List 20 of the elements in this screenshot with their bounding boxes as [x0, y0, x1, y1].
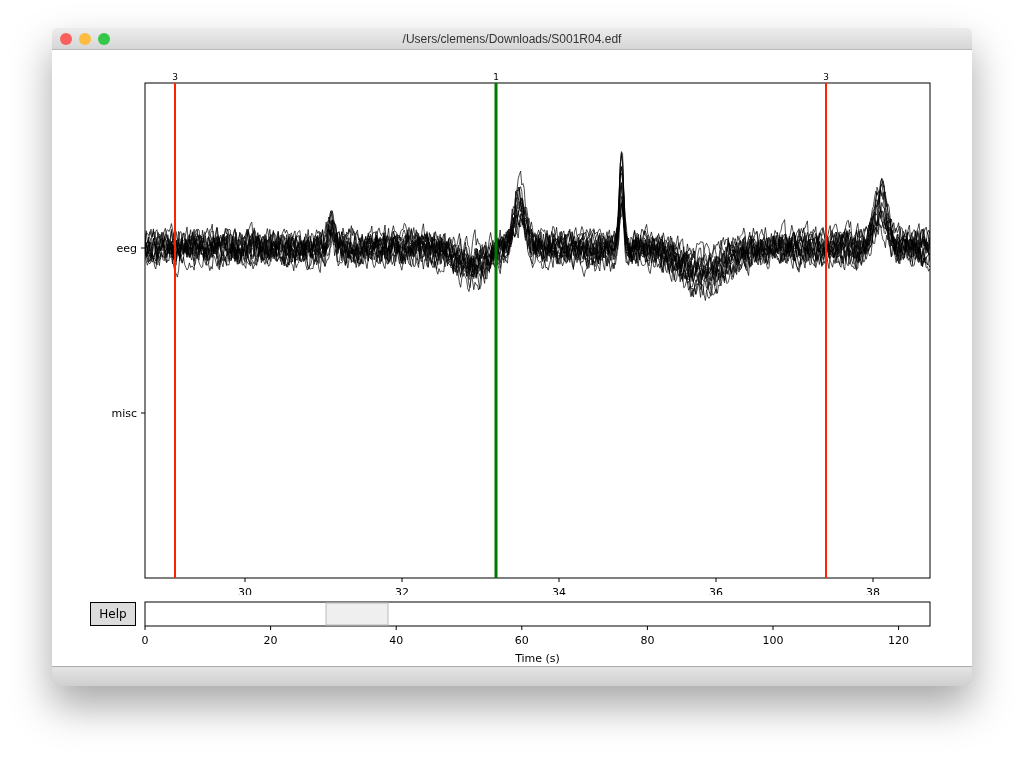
maximize-icon[interactable] [98, 33, 110, 45]
time-scrollbar[interactable] [144, 601, 931, 627]
channel-label: misc [111, 407, 137, 420]
axis-tick-label: 120 [888, 634, 910, 647]
scrollbar-handle[interactable] [325, 602, 389, 626]
axis-tick-label: 40 [389, 634, 404, 647]
window-title: /Users/clemens/Downloads/S001R04.edf [402, 30, 622, 48]
event-label: 3 [172, 72, 178, 82]
minimize-icon[interactable] [79, 33, 91, 45]
axis-tick-label: 0 [141, 634, 149, 647]
axis-tick-label: 80 [640, 634, 655, 647]
axis-tick-label: 60 [514, 634, 529, 647]
axis-tick-label: 20 [263, 634, 278, 647]
event-label: 1 [493, 72, 499, 82]
channel-label: eeg [116, 242, 137, 255]
help-button[interactable]: Help [90, 602, 136, 626]
close-icon[interactable] [60, 33, 72, 45]
axis-tick-label: 100 [762, 634, 784, 647]
event-label: 3 [823, 72, 829, 82]
axis-title: Time (s) [515, 652, 560, 665]
